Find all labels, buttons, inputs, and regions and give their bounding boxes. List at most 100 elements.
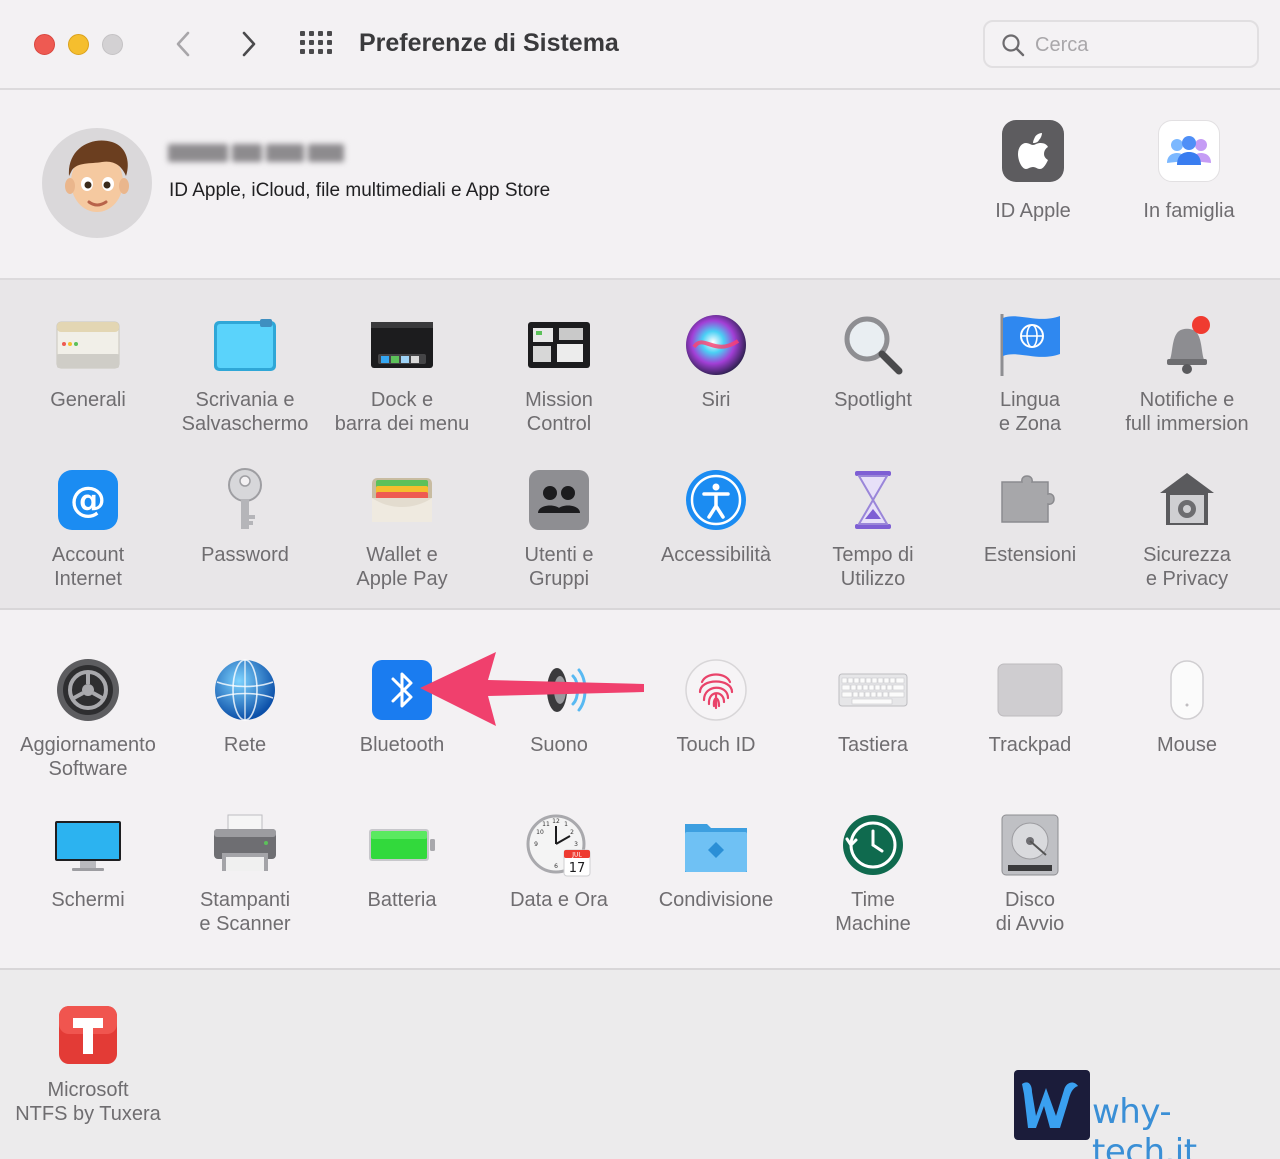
pref-label: In famiglia (1143, 200, 1235, 222)
wallet-icon (367, 465, 437, 535)
siri-icon (681, 310, 751, 380)
software-update-icon (53, 655, 123, 725)
svg-text:10: 10 (536, 829, 544, 836)
pref-security-privacy[interactable]: Sicurezza e Privacy (1109, 465, 1265, 591)
touch-id-icon (681, 655, 751, 725)
pref-trackpad[interactable]: Trackpad (952, 655, 1108, 757)
pref-label: Dock e barra dei menu (334, 389, 470, 435)
pref-notifications[interactable]: Notifiche e full immersion (1109, 310, 1265, 436)
back-button[interactable] (166, 26, 202, 62)
pref-label: Wallet e Apple Pay (356, 544, 448, 590)
tuxera-ntfs-icon (53, 1000, 123, 1070)
pref-label: Disco di Avvio (995, 889, 1065, 935)
show-all-grid-button[interactable] (300, 31, 334, 57)
pref-users-groups[interactable]: Utenti e Gruppi (481, 465, 637, 591)
pref-wallet[interactable]: Wallet e Apple Pay (324, 465, 480, 591)
pref-printers-scanners[interactable]: Stampanti e Scanner (167, 810, 323, 936)
pref-mouse[interactable]: Mouse (1109, 655, 1265, 757)
minimize-window-button[interactable] (68, 34, 89, 55)
svg-text:1: 1 (564, 821, 568, 828)
accessibility-icon (681, 465, 751, 535)
passwords-icon (210, 465, 280, 535)
pref-siri[interactable]: Siri (638, 310, 794, 412)
startup-disk-icon (995, 810, 1065, 880)
mission-control-icon (524, 310, 594, 380)
calendar-day: 17 (569, 861, 586, 876)
zoom-window-button[interactable] (102, 34, 123, 55)
search-icon (1002, 34, 1025, 57)
pref-label: Schermi (51, 889, 125, 911)
pref-displays[interactable]: Schermi (10, 810, 166, 912)
spotlight-icon (838, 310, 908, 380)
pref-label: Touch ID (676, 734, 756, 756)
pref-label: Batteria (367, 889, 437, 911)
search-input[interactable] (1035, 31, 1245, 59)
pref-desktop-screensaver[interactable]: Scrivania e Salvaschermo (167, 310, 323, 436)
pref-dock-menubar[interactable]: Dock e barra dei menu (324, 310, 480, 436)
language-region-icon (995, 310, 1065, 380)
dock-menubar-icon (367, 310, 437, 380)
pref-label: Account Internet (51, 544, 125, 590)
apple-id-banner: ID Apple, iCloud, file multimediali e Ap… (0, 90, 1280, 280)
pref-language-region[interactable]: Lingua e Zona (952, 310, 1108, 436)
close-window-button[interactable] (34, 34, 55, 55)
date-time-icon: 12 3 6 9 11 1 10 2 JUL 17 (524, 810, 594, 880)
pref-label: Aggiornamento Software (20, 734, 156, 780)
pref-label: Password (201, 544, 289, 566)
pref-screen-time[interactable]: Tempo di Utilizzo (795, 465, 951, 591)
whytech-logo-icon (1014, 1070, 1090, 1140)
time-machine-icon (838, 810, 908, 880)
watermark-text: why-tech.it (1092, 1092, 1197, 1159)
pref-date-time[interactable]: 12 3 6 9 11 1 10 2 JUL 17 Data e Ora (481, 810, 637, 912)
chevron-right-icon (242, 31, 256, 57)
pref-label: Microsoft NTFS by Tuxera (15, 1079, 161, 1125)
notifications-icon (1152, 310, 1222, 380)
pref-accessibility[interactable]: Accessibilità (638, 465, 794, 567)
pref-label: Spotlight (834, 389, 912, 411)
pref-label: Time Machine (835, 889, 911, 935)
pref-sharing[interactable]: Condivisione (638, 810, 794, 912)
pref-software-update[interactable]: Aggiornamento Software (10, 655, 166, 781)
pref-family-sharing[interactable]: In famiglia (1119, 120, 1259, 223)
pref-touch-id[interactable]: Touch ID (638, 655, 794, 757)
pref-label: Estensioni (983, 544, 1077, 566)
pref-label: Mouse (1156, 734, 1218, 756)
pref-time-machine[interactable]: Time Machine (795, 810, 951, 936)
pref-label: Notifiche e full immersion (1125, 389, 1249, 435)
family-sharing-icon (1158, 120, 1220, 182)
pref-label: Data e Ora (510, 889, 608, 911)
pref-label: Rete (223, 734, 267, 756)
account-subtitle: ID Apple, iCloud, file multimediali e Ap… (169, 180, 551, 201)
sharing-icon (681, 810, 751, 880)
keyboard-icon (838, 655, 908, 725)
general-icon (53, 310, 123, 380)
pref-label: Utenti e Gruppi (524, 544, 594, 590)
forward-button[interactable] (230, 26, 266, 62)
pref-apple-id[interactable]: ID Apple (963, 120, 1103, 223)
avatar[interactable] (42, 128, 152, 238)
pref-label: Stampanti e Scanner (199, 889, 291, 935)
desktop-screensaver-icon (210, 310, 280, 380)
pref-label: Tempo di Utilizzo (832, 544, 914, 590)
pref-label: Sicurezza e Privacy (1143, 544, 1231, 590)
pref-battery[interactable]: Batteria (324, 810, 480, 912)
search-field[interactable] (983, 20, 1259, 68)
svg-text:@: @ (70, 480, 106, 521)
pref-spotlight[interactable]: Spotlight (795, 310, 951, 412)
pref-mission-control[interactable]: Mission Control (481, 310, 637, 436)
pref-label: ID Apple (995, 200, 1071, 222)
pref-startup-disk[interactable]: Disco di Avvio (952, 810, 1108, 936)
pref-internet-accounts[interactable]: @ Account Internet (10, 465, 166, 591)
pref-label: Condivisione (658, 889, 774, 911)
account-name-redacted (168, 144, 350, 170)
pref-general[interactable]: Generali (10, 310, 166, 412)
pref-passwords[interactable]: Password (167, 465, 323, 567)
pref-extensions[interactable]: Estensioni (952, 465, 1108, 567)
pref-network[interactable]: Rete (167, 655, 323, 757)
pref-tuxera-ntfs[interactable]: Microsoft NTFS by Tuxera (10, 1000, 166, 1126)
pref-label: Siri (701, 389, 731, 411)
pref-label: Tastiera (837, 734, 909, 756)
pref-label: Lingua e Zona (998, 389, 1062, 435)
pref-keyboard[interactable]: Tastiera (795, 655, 951, 757)
annotation-arrow-icon (420, 652, 644, 726)
